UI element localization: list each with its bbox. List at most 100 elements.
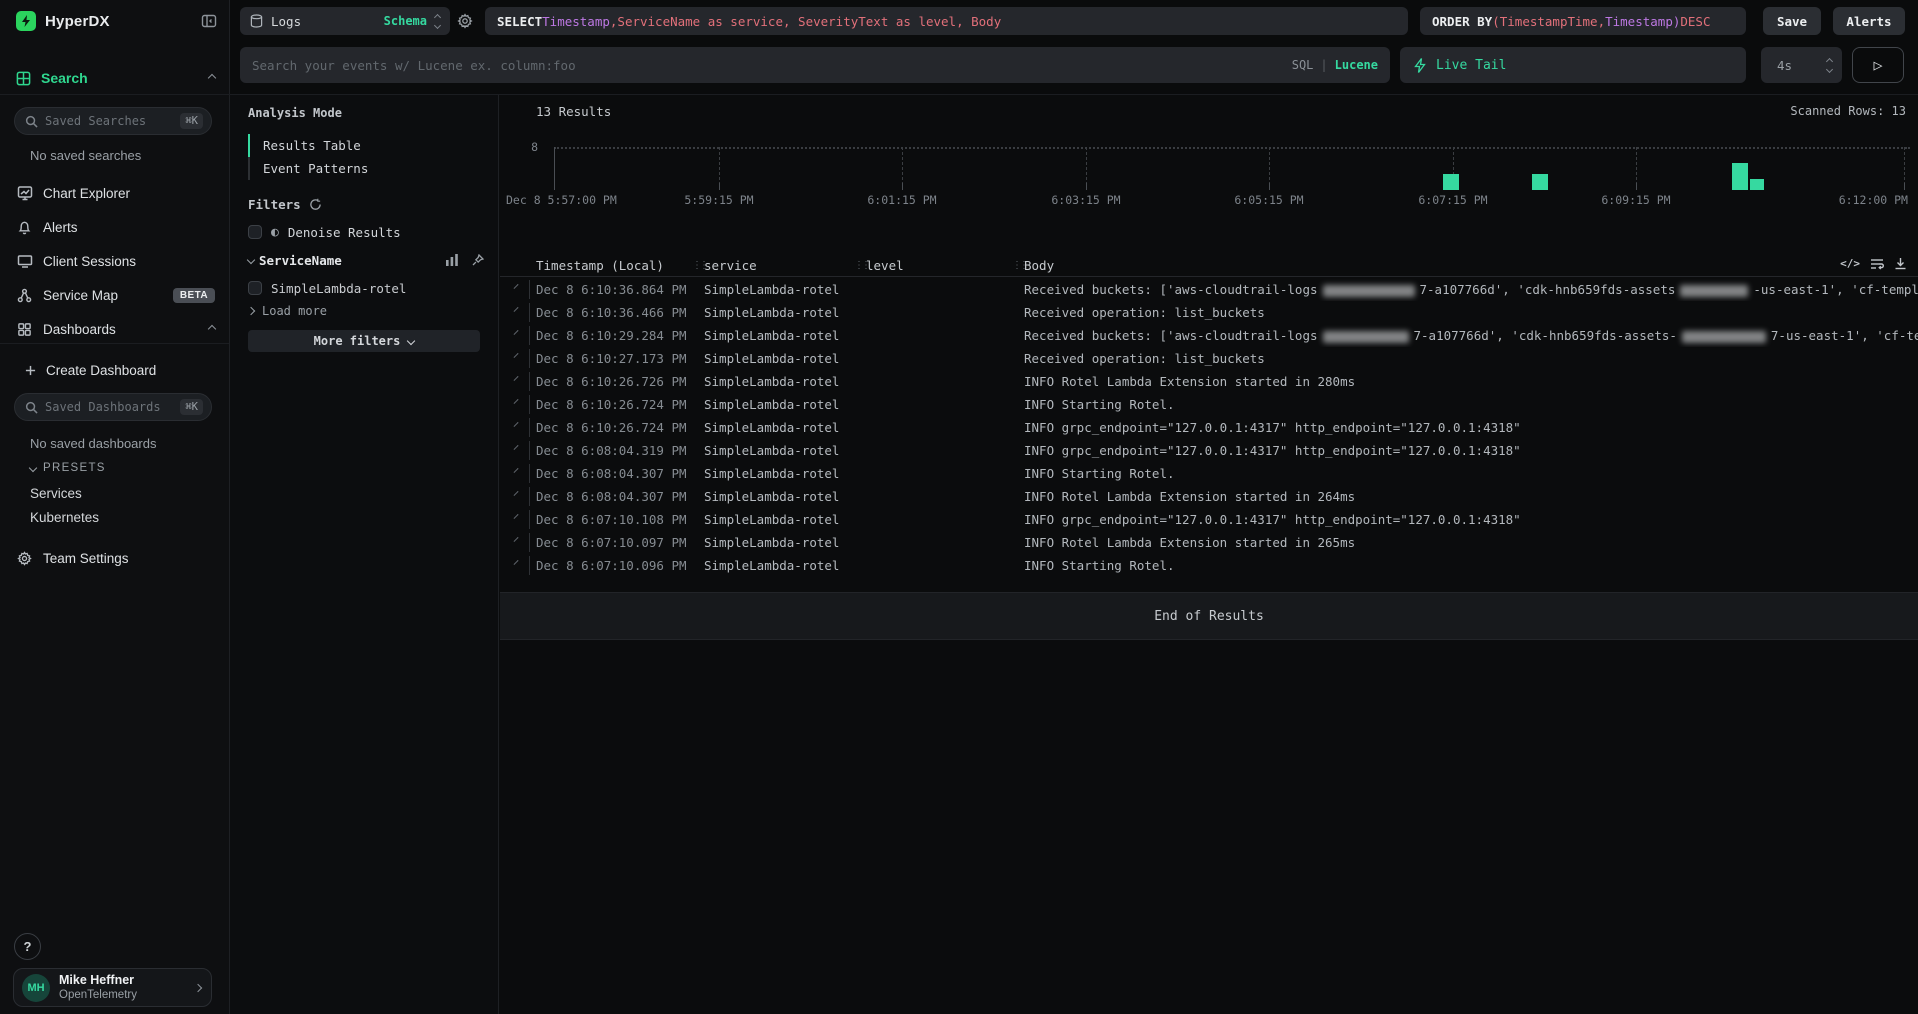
sidebar-item-search[interactable]: Search (16, 68, 215, 88)
row-accent-bar (529, 372, 530, 391)
log-row[interactable]: Dec 8 6:08:04.307 PMSimpleLambda-rotelIN… (500, 462, 1918, 485)
row-service: SimpleLambda-rotel (704, 278, 839, 301)
log-row[interactable]: Dec 8 6:07:10.096 PMSimpleLambda-rotelIN… (500, 554, 1918, 577)
expand-row-icon[interactable] (514, 491, 519, 496)
wrap-lines-icon[interactable] (1870, 258, 1884, 270)
pin-icon[interactable] (472, 254, 484, 266)
user-menu[interactable]: MH Mike Heffner OpenTelemetry (13, 968, 212, 1007)
expand-row-icon[interactable] (514, 330, 519, 335)
service-filter-option[interactable]: SimpleLambda-rotel (248, 278, 484, 298)
chart-icon[interactable] (446, 254, 458, 266)
saved-dashboards-field[interactable] (45, 400, 180, 414)
refresh-icon[interactable] (309, 198, 322, 211)
end-of-results: End of Results (500, 592, 1918, 640)
log-row[interactable]: Dec 8 6:08:04.307 PMSimpleLambda-rotelIN… (500, 485, 1918, 508)
expand-row-icon[interactable] (514, 353, 519, 358)
expand-row-icon[interactable] (514, 284, 519, 289)
play-icon: ▷ (1873, 56, 1882, 74)
log-row[interactable]: Dec 8 6:10:27.173 PMSimpleLambda-rotelRe… (500, 347, 1918, 370)
code-view-icon[interactable]: </> (1840, 257, 1860, 270)
query-settings-gear-icon[interactable] (457, 13, 473, 29)
col-service[interactable]: service (704, 258, 757, 273)
more-filters-button[interactable]: More filters (248, 330, 480, 352)
expand-row-icon[interactable] (514, 560, 519, 565)
log-row[interactable]: Dec 8 6:10:26.724 PMSimpleLambda-rotelIN… (500, 393, 1918, 416)
play-button[interactable]: ▷ (1852, 47, 1904, 83)
row-body: INFO grpc_endpoint="127.0.0.1:4317" http… (1024, 508, 1918, 531)
histogram-bar[interactable] (1732, 163, 1748, 190)
histogram-bar[interactable] (1532, 174, 1548, 190)
histogram-bar[interactable] (1443, 174, 1459, 190)
help-button[interactable]: ? (14, 933, 41, 960)
live-tail-button[interactable]: Live Tail (1400, 47, 1746, 83)
mode-results-table[interactable]: Results Table (248, 134, 448, 157)
saved-searches-input[interactable]: ⌘K (14, 107, 212, 135)
sidebar-item-chart-explorer[interactable]: Chart Explorer (16, 182, 215, 204)
expand-row-icon[interactable] (514, 468, 519, 473)
download-icon[interactable] (1894, 257, 1907, 270)
log-row[interactable]: Dec 8 6:08:04.319 PMSimpleLambda-rotelIN… (500, 439, 1918, 462)
redacted-text (1680, 285, 1748, 297)
expand-row-icon[interactable] (514, 445, 519, 450)
sidebar-item-client-sessions[interactable]: Client Sessions (16, 250, 215, 272)
sidebar-item-label: Service Map (43, 288, 118, 303)
servicename-filter-group[interactable]: ServiceName (248, 250, 484, 270)
alerts-button[interactable]: Alerts (1833, 7, 1905, 35)
denoise-checkbox[interactable] (248, 225, 262, 239)
saved-dashboards-input[interactable]: ⌘K (14, 393, 212, 421)
col-timestamp[interactable]: Timestamp (Local) (536, 258, 664, 273)
user-org: OpenTelemetry (59, 988, 137, 1002)
sidebar-item-alerts[interactable]: Alerts (16, 216, 215, 238)
expand-row-icon[interactable] (514, 376, 519, 381)
results-panel: 13 Results Scanned Rows: 13 8 Dec 8 5:57… (500, 94, 1918, 1014)
source-select[interactable]: Logs Schema (240, 7, 450, 35)
histogram-bar[interactable] (1750, 179, 1764, 190)
column-grip-icon[interactable]: ⋮⋮ (692, 260, 700, 271)
log-row[interactable]: Dec 8 6:10:29.284 PMSimpleLambda-rotelRe… (500, 324, 1918, 347)
x-axis-label: 6:03:15 PM (1051, 193, 1120, 207)
saved-searches-field[interactable] (45, 114, 180, 128)
col-level[interactable]: level (866, 258, 904, 273)
expand-row-icon[interactable] (514, 422, 519, 427)
expand-row-icon[interactable] (514, 537, 519, 542)
axis-tick (554, 183, 555, 190)
collapse-sidebar-icon[interactable] (201, 13, 217, 29)
refresh-interval-stepper[interactable]: 4s (1761, 47, 1842, 83)
column-grip-icon[interactable]: ⋮⋮ (1012, 260, 1020, 271)
service-checkbox[interactable] (248, 281, 262, 295)
mode-event-patterns[interactable]: Event Patterns (248, 157, 448, 180)
row-accent-bar (529, 395, 530, 414)
select-query-input[interactable]: SELECT Timestamp, ServiceName as service… (485, 7, 1408, 35)
event-search-bar[interactable]: SQL | Lucene (240, 47, 1390, 83)
col-body[interactable]: Body (1024, 258, 1054, 273)
preset-kubernetes[interactable]: Kubernetes (30, 510, 99, 525)
row-body: Received operation: list_buckets (1024, 347, 1918, 370)
denoise-results-option[interactable]: ◐ Denoise Results (248, 222, 484, 242)
log-row[interactable]: Dec 8 6:10:26.726 PMSimpleLambda-rotelIN… (500, 370, 1918, 393)
log-row[interactable]: Dec 8 6:07:10.097 PMSimpleLambda-rotelIN… (500, 531, 1918, 554)
mode-lucene[interactable]: Lucene (1335, 58, 1378, 72)
mode-sql[interactable]: SQL (1292, 58, 1314, 72)
log-row[interactable]: Dec 8 6:07:10.108 PMSimpleLambda-rotelIN… (500, 508, 1918, 531)
event-search-input[interactable] (252, 58, 1292, 73)
expand-row-icon[interactable] (514, 514, 519, 519)
sidebar-item-dashboards[interactable]: Dashboards (16, 318, 215, 340)
sidebar-item-team-settings[interactable]: Team Settings (16, 547, 215, 569)
expand-row-icon[interactable] (514, 399, 519, 404)
presets-toggle[interactable]: PRESETS (30, 462, 106, 474)
search-table-icon (16, 71, 31, 86)
order-by-input[interactable]: ORDER BY (TimestampTime, Timestamp) DESC (1420, 7, 1746, 35)
schema-link[interactable]: Schema (384, 14, 427, 28)
save-button[interactable]: Save (1763, 7, 1821, 35)
log-row[interactable]: Dec 8 6:10:36.466 PMSimpleLambda-rotelRe… (500, 301, 1918, 324)
column-grip-icon[interactable]: ⋮⋮ (854, 260, 862, 271)
sidebar-item-service-map[interactable]: Service Map BETA (16, 284, 215, 306)
expand-row-icon[interactable] (514, 307, 519, 312)
load-more-link[interactable]: Load more (248, 301, 484, 321)
log-row[interactable]: Dec 8 6:10:36.864 PMSimpleLambda-rotelRe… (500, 278, 1918, 301)
preset-services[interactable]: Services (30, 486, 82, 501)
log-row[interactable]: Dec 8 6:10:26.724 PMSimpleLambda-rotelIN… (500, 416, 1918, 439)
dashboards-icon (16, 322, 33, 337)
table-header: Timestamp (Local) ⋮⋮ service ⋮⋮ level ⋮⋮… (500, 252, 1918, 277)
create-dashboard-button[interactable]: Create Dashboard (24, 359, 215, 381)
